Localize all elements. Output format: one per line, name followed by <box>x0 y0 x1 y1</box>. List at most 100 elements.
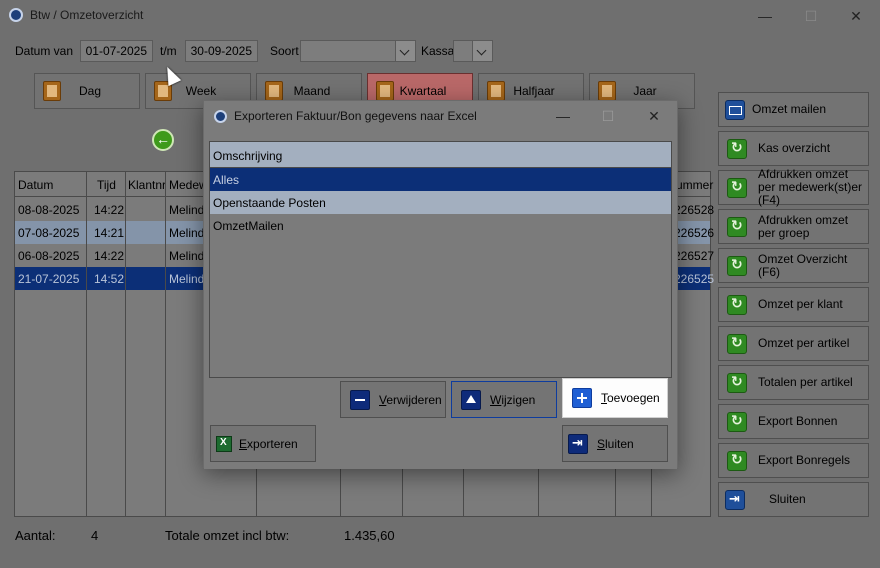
refresh-icon <box>727 294 747 315</box>
datum-van-label: Datum van <box>15 44 74 58</box>
export-dialog: Exporteren Faktuur/Bon gegevens naar Exc… <box>203 100 678 469</box>
kassa-label: Kassa <box>421 44 455 58</box>
button-label: Export Bonnen <box>758 414 838 428</box>
period-label: Jaar <box>633 84 657 98</box>
aantal-value: 4 <box>91 528 99 543</box>
omzet-overzicht-button[interactable]: Omzet Overzicht (F6) <box>718 248 869 283</box>
list-item[interactable]: Openstaande Posten <box>210 191 671 214</box>
sluiten-text: luiten <box>605 436 634 451</box>
tm-label: t/m <box>160 44 177 58</box>
column-header-klantnr[interactable]: Klantnr <box>128 178 166 192</box>
maximize-button[interactable]: ☐ <box>788 4 834 28</box>
column-header-tijd[interactable]: Tijd <box>97 178 116 192</box>
minimize-button[interactable]: — <box>742 4 788 28</box>
cell-datum: 06-08-2025 <box>18 249 80 263</box>
calendar-icon <box>487 81 505 101</box>
cell-tijd: 14:22 <box>94 249 125 263</box>
button-label: Omzet per klant <box>758 297 843 311</box>
cell-nummer: 226526 <box>674 226 715 240</box>
omzet-per-artikel-button[interactable]: Omzet per artikel <box>718 326 869 361</box>
afdrukken-groep-button[interactable]: Afdrukken omzet per groep <box>718 209 869 244</box>
dialog-maximize-button[interactable]: ☐ <box>588 105 628 127</box>
chevron-down-icon[interactable] <box>472 41 492 61</box>
exit-icon <box>725 489 745 510</box>
period-label: Halfjaar <box>513 84 555 98</box>
totale-omzet-value: 1.435,60 <box>344 528 395 543</box>
back-arrow-icon[interactable]: ← <box>152 129 174 151</box>
refresh-icon <box>727 177 747 198</box>
column-header-datum[interactable]: Datum <box>18 178 53 192</box>
omzet-per-klant-button[interactable]: Omzet per klant <box>718 287 869 322</box>
exporteren-label: Exporteren <box>239 437 298 451</box>
excel-icon <box>216 435 232 452</box>
soort-label: Soort <box>270 44 299 58</box>
calendar-icon <box>376 81 394 101</box>
column-header-medew[interactable]: Medew <box>169 178 208 192</box>
kas-overzicht-button[interactable]: Kas overzicht <box>718 131 869 166</box>
button-label: Sluiten <box>769 492 806 506</box>
refresh-icon <box>727 255 747 276</box>
calendar-icon <box>265 81 283 101</box>
period-dag-button[interactable]: Dag <box>34 73 140 109</box>
close-button[interactable]: ✕ <box>833 4 879 28</box>
window-title: Btw / Omzetoverzicht <box>30 8 144 22</box>
afdrukken-medewerker-button[interactable]: Afdrukken omzet per medewerk(st)er (F4) <box>718 167 869 207</box>
dialog-body: Omschrijving Alles Openstaande Posten Om… <box>204 131 677 469</box>
totalen-per-artikel-button[interactable]: Totalen per artikel <box>718 365 869 400</box>
exporteren-button[interactable]: Exporteren <box>210 425 316 462</box>
dialog-close-button[interactable]: ✕ <box>634 105 674 127</box>
omzet-mailen-button[interactable]: Omzet mailen <box>718 92 869 127</box>
toevoegen-label: Toevoegen <box>601 391 660 405</box>
cell-datum: 07-08-2025 <box>18 226 80 240</box>
export-list[interactable]: Omschrijving Alles Openstaande Posten Om… <box>209 141 672 378</box>
column-divider <box>86 172 87 516</box>
export-bonnen-button[interactable]: Export Bonnen <box>718 404 869 439</box>
refresh-icon <box>727 138 747 159</box>
exit-icon: ⇥ <box>568 433 588 454</box>
minus-icon <box>350 389 370 410</box>
cell-tijd: 14:52 <box>94 272 125 286</box>
list-item[interactable]: OmzetMailen <box>210 214 671 237</box>
totale-omzet-label: Totale omzet incl btw: <box>165 528 290 543</box>
wijzigen-text: ijzigen <box>501 392 536 407</box>
refresh-icon <box>727 450 747 471</box>
list-item[interactable]: Alles <box>210 168 671 191</box>
chevron-down-icon[interactable] <box>395 41 415 61</box>
cell-datum: 08-08-2025 <box>18 203 80 217</box>
cell-nummer: 226528 <box>674 203 715 217</box>
cell-tijd: 14:21 <box>94 226 125 240</box>
refresh-icon <box>727 216 747 237</box>
period-label: Kwartaal <box>399 84 447 98</box>
column-header-nummer[interactable]: ummer <box>676 178 713 192</box>
verwijderen-button[interactable]: Verwijderen <box>340 381 446 418</box>
aantal-label: Aantal: <box>15 528 56 543</box>
toevoegen-button[interactable]: Toevoegen <box>562 378 668 418</box>
cell-nummer: 226527 <box>674 249 715 263</box>
wijzigen-label: Wijzigen <box>490 393 535 407</box>
dialog-sluiten-button[interactable]: ⇥ Sluiten <box>562 425 668 462</box>
button-label: Export Bonregels <box>758 453 851 467</box>
wijzigen-button[interactable]: Wijzigen <box>451 381 557 418</box>
dialog-titlebar: Exporteren Faktuur/Bon gegevens naar Exc… <box>204 101 677 131</box>
sluiten-button[interactable]: Sluiten <box>718 482 869 517</box>
datum-tm-field[interactable]: 30-09-2025 <box>185 40 258 62</box>
sluiten-label: Sluiten <box>597 437 634 451</box>
period-label: Maand <box>293 84 331 98</box>
app-logo-icon <box>214 110 227 123</box>
column-divider <box>165 172 166 516</box>
plus-icon <box>572 388 592 408</box>
mail-icon <box>725 99 745 120</box>
sluiten-accesskey: S <box>597 436 606 451</box>
calendar-icon <box>598 81 616 101</box>
list-header-omschrijving[interactable]: Omschrijving <box>210 142 671 168</box>
period-label: Dag <box>78 84 101 98</box>
datum-van-field[interactable]: 01-07-2025 <box>80 40 153 62</box>
cell-datum: 21-07-2025 <box>18 272 80 286</box>
export-bonregels-button[interactable]: Export Bonregels <box>718 443 869 478</box>
refresh-icon <box>727 372 747 393</box>
dialog-minimize-button[interactable]: — <box>543 105 583 127</box>
dialog-title: Exporteren Faktuur/Bon gegevens naar Exc… <box>234 109 477 123</box>
soort-select[interactable] <box>300 40 416 62</box>
button-label: Afdrukken omzet per medewerk(st)er (F4) <box>758 167 863 207</box>
kassa-select[interactable] <box>453 40 493 62</box>
